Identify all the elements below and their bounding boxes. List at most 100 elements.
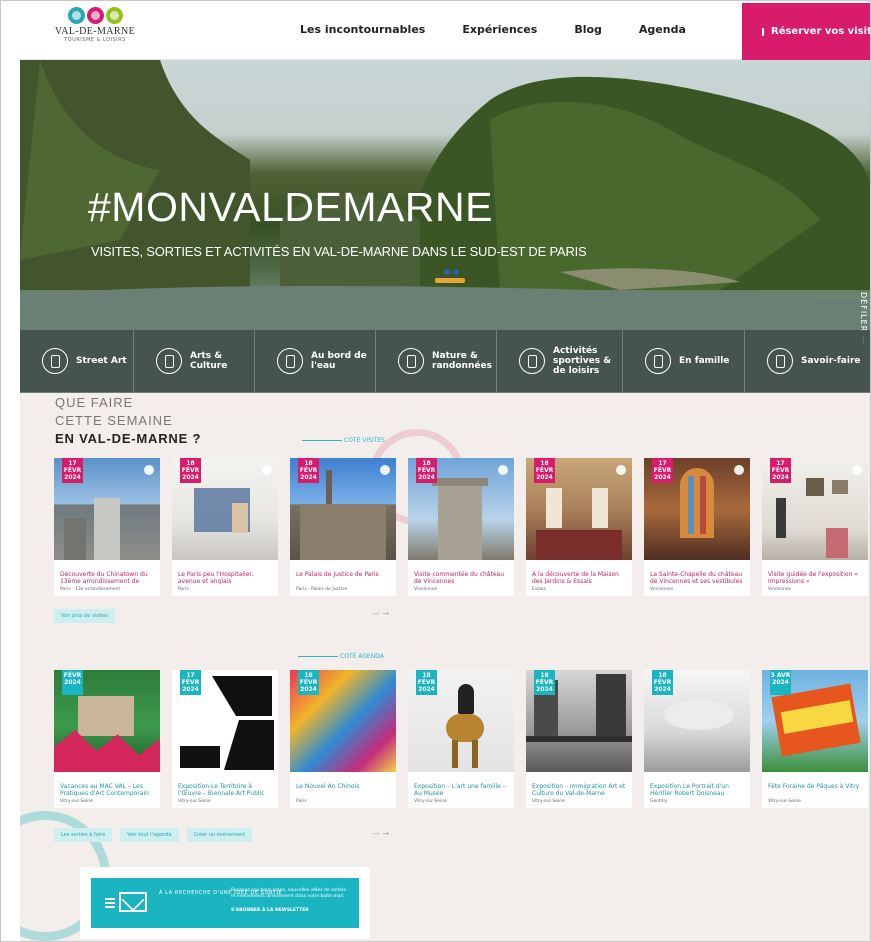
logo-title: VAL-DE-MARNE	[54, 26, 136, 37]
calendar-icon	[762, 27, 764, 36]
card-title: Le Nouvel An Chinois	[296, 783, 360, 790]
event-card[interactable]: 17 FÉVR 2024 Découverte du Chinatown du …	[54, 458, 160, 596]
visits-actions: Voir plus de visites	[54, 609, 115, 623]
category-en-famille[interactable]: En famille	[623, 330, 745, 392]
site-header: VAL-DE-MARNE TOURISME & LOISIRS Les inco…	[20, 3, 871, 60]
newsletter-description: Recevez nos bons plans, nouvelles idées …	[231, 888, 347, 899]
category-label: Street Art	[76, 356, 127, 366]
visits-carousel: 17 FÉVR 2024 Découverte du Chinatown du …	[54, 458, 868, 596]
newsletter-banner[interactable]: À LA RECHERCHE D'UNE IDÉE DE SORTIE Rece…	[91, 878, 359, 928]
card-location: Vitry-sur-Seine	[178, 799, 211, 804]
hero-subtitle: VISITES, SORTIES ET ACTIVITÉS EN VAL-DE-…	[91, 244, 587, 259]
palette-icon	[156, 348, 182, 374]
logo-circle-icon	[86, 7, 104, 24]
event-card[interactable]: 18 FÉVR 2024 À la découverte de la Maiso…	[526, 458, 632, 596]
card-location: Paris · 13e arrondissement	[60, 587, 121, 592]
newsletter-box: À LA RECHERCHE D'UNE IDÉE DE SORTIE Rece…	[80, 867, 370, 939]
leaf-icon	[398, 348, 424, 374]
date-badge: FÉVR 2024	[62, 670, 83, 695]
event-card[interactable]: FÉVR 2024 Vacances au MAC VAL – Les Prat…	[54, 670, 160, 808]
logo[interactable]: VAL-DE-MARNE TOURISME & LOISIRS	[54, 7, 136, 55]
nav-experiences[interactable]: Expériences	[462, 23, 537, 36]
category-nature-randonnees[interactable]: Nature & randonnées	[376, 330, 497, 392]
favorite-icon[interactable]	[734, 465, 744, 475]
card-title: Fête Foraine de Pâques à Vitry	[768, 783, 860, 790]
row-label-text: COTÉ AGENDA	[340, 653, 384, 660]
category-arts-culture[interactable]: Arts & Culture	[134, 330, 255, 392]
agenda-button[interactable]: Les sorties à faire	[54, 828, 113, 842]
date-badge: 18 FÉVR 2024	[652, 670, 673, 695]
event-card[interactable]: 18 FÉVR 2024 Exposition – L'art une fami…	[408, 670, 514, 808]
event-card[interactable]: 17 FÉVR 2024 La Sainte-Chapelle du châte…	[644, 458, 750, 596]
card-title: Visite guidée de l'exposition « Impressi…	[768, 571, 858, 584]
card-title: Exposition Le Territoire à l'Œuvre – Bie…	[178, 783, 265, 796]
category-bar: Street Art Arts & Culture Au bord de l'e…	[20, 330, 870, 392]
event-card[interactable]: 18 FÉVR 2024 Le Paris peu l'Hospitalier,…	[172, 458, 278, 596]
event-card[interactable]: 17 FÉVR 2024 Visite guidée de l'expositi…	[762, 458, 868, 596]
carousel-pager[interactable]: — →	[372, 829, 389, 838]
more-visits-button[interactable]: Voir plus de visites	[54, 609, 115, 623]
card-title: Visite commentée du château de Vincennes	[414, 571, 504, 584]
card-location: Essais	[532, 587, 546, 592]
event-card[interactable]: 18 FÉVR 2024 Le Palais de Justice de Par…	[290, 458, 396, 596]
favorite-icon[interactable]	[616, 465, 626, 475]
event-card[interactable]: 18 FÉVR 2024 Exposition Le Portrait d'un…	[644, 670, 750, 808]
date-badge: 18 FÉVR 2024	[180, 458, 201, 483]
category-activites-sportives[interactable]: Activités sportives & de loisirs	[497, 330, 623, 392]
speed-lines-icon	[105, 898, 115, 900]
date-badge: 17 FÉVR 2024	[62, 458, 83, 483]
favorite-icon[interactable]	[498, 465, 508, 475]
category-label: Nature & randonnées	[432, 351, 492, 371]
newsletter-cta[interactable]: S'ABONNER À LA NEWSLETTER	[231, 908, 309, 913]
nav-les-incontournables[interactable]: Les incontournables	[300, 23, 425, 36]
card-title: À la découverte de la Maison des Jardins…	[532, 571, 619, 584]
page-content: VAL-DE-MARNE TOURISME & LOISIRS Les inco…	[20, 3, 871, 941]
card-title: Exposition Le Portrait d'un Héritier Rob…	[650, 783, 729, 796]
date-badge: 17 FÉVR 2024	[180, 670, 201, 695]
event-card[interactable]: 18 FÉVR 2024 Le Nouvel An Chinois Paris	[290, 670, 396, 808]
date-badge: 18 FÉVR 2024	[534, 670, 555, 695]
event-card[interactable]: 18 FÉVR 2024 Visite commentée du château…	[408, 458, 514, 596]
event-card[interactable]: 17 FÉVR 2024 Exposition Le Territoire à …	[172, 670, 278, 808]
date-badge: 18 FÉVR 2024	[534, 458, 555, 483]
category-savoir-faire[interactable]: Savoir-faire	[745, 330, 870, 392]
nav-agenda[interactable]: Agenda	[639, 23, 686, 36]
section-title-line3: EN VAL-DE-MARNE ?	[55, 431, 202, 446]
hero-banner: #MONVALDEMARNE VISITES, SORTIES ET ACTIV…	[20, 60, 870, 393]
agenda-button[interactable]: Créer un événement	[186, 828, 253, 842]
category-label: En famille	[679, 356, 730, 366]
book-visits-label: Réserver vos visites	[771, 26, 871, 37]
card-location: Vitry-sur-Seine	[414, 799, 447, 804]
date-badge: 18 FÉVR 2024	[298, 458, 319, 483]
logo-tagline: TOURISME & LOISIRS	[64, 37, 126, 43]
category-street-art[interactable]: Street Art	[20, 330, 134, 392]
agenda-actions: Les sorties à faire Voir tout l'agenda C…	[54, 828, 253, 842]
nav-blog[interactable]: Blog	[574, 23, 602, 36]
card-location: Vitry-sur-Seine	[768, 799, 801, 804]
category-au-bord-de-leau[interactable]: Au bord de l'eau	[255, 330, 376, 392]
event-card[interactable]: 3 AVR 2024 Fête Foraine de Pâques à Vitr…	[762, 670, 868, 808]
event-card[interactable]: 18 FÉVR 2024 Exposition – Immigration Ar…	[526, 670, 632, 808]
card-title: Exposition – Immigration Art et Culture …	[532, 783, 626, 796]
agenda-button[interactable]: Voir tout l'agenda	[120, 828, 179, 842]
category-label: Savoir-faire	[801, 356, 861, 366]
date-badge: 17 FÉVR 2024	[652, 458, 673, 483]
carousel-pager[interactable]: — →	[372, 609, 389, 618]
card-location: Vitry-sur-Seine	[532, 799, 565, 804]
card-location: Paris	[296, 799, 307, 804]
card-location: Paris · Palais de Justice	[296, 587, 348, 592]
agenda-carousel: FÉVR 2024 Vacances au MAC VAL – Les Prat…	[54, 670, 868, 808]
card-title: Exposition – L'art une famille – Au Musé…	[414, 783, 506, 796]
date-badge: 18 FÉVR 2024	[416, 458, 437, 483]
card-location: Vincennes	[650, 587, 674, 592]
section-title: QUE FAIRE CETTE SEMAINE EN VAL-DE-MARNE …	[55, 394, 201, 448]
card-title: Vacances au MAC VAL – Les Pratiques d'Ar…	[60, 783, 149, 796]
favorite-icon[interactable]	[380, 465, 390, 475]
date-badge: 3 AVR 2024	[770, 670, 791, 695]
page: VAL-DE-MARNE TOURISME & LOISIRS Les inco…	[0, 0, 871, 942]
category-label: Activités sportives & de loisirs	[553, 346, 612, 376]
favorite-icon[interactable]	[144, 465, 154, 475]
favorite-icon[interactable]	[852, 465, 862, 475]
book-visits-button[interactable]: Réserver vos visites	[742, 3, 871, 60]
favorite-icon[interactable]	[262, 465, 272, 475]
